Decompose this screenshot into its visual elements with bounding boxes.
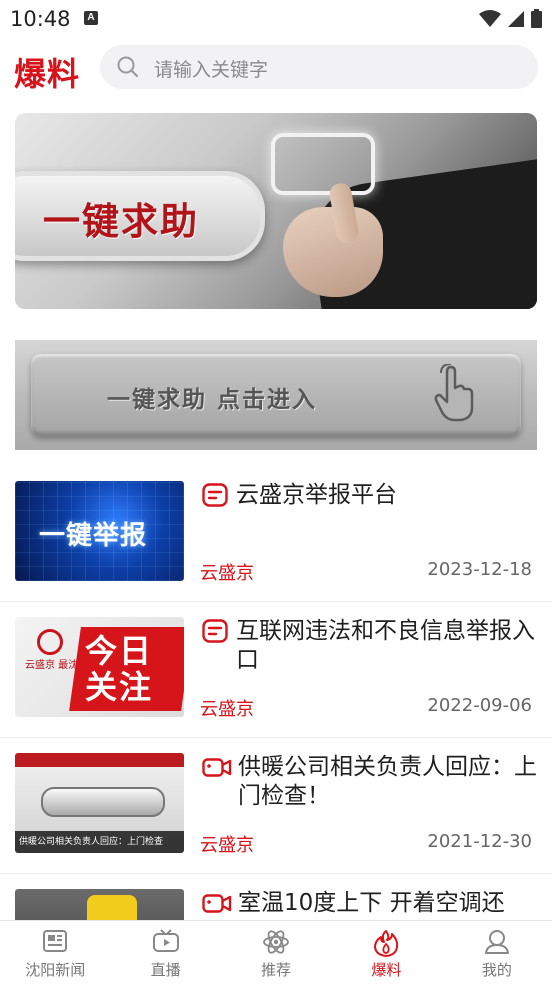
- news-thumbnail: 一键举报: [15, 481, 184, 581]
- newspaper-icon: [43, 930, 68, 952]
- banner-title: 一键求助: [43, 200, 199, 243]
- status-time: 10:48: [10, 7, 71, 31]
- wifi-icon: [479, 9, 501, 27]
- user-icon: [484, 930, 509, 954]
- system-icons: [479, 9, 542, 28]
- nav-label: 直播: [150, 961, 181, 979]
- bottom-nav: 沈阳新闻 直播 推荐 爆料 我的: [0, 920, 552, 984]
- flame-icon: [374, 930, 399, 957]
- article-icon: [202, 483, 228, 507]
- notification-badge-icon: A: [84, 11, 98, 25]
- news-date: 2022-09-06: [427, 695, 532, 716]
- nav-label: 沈阳新闻: [25, 961, 86, 979]
- search-icon: [117, 56, 139, 78]
- thumbnail-caption: 供暖公司相关负责人回应：上门检查: [15, 831, 184, 853]
- status-bar: 10:48 A: [0, 0, 552, 38]
- nav-item-recommend[interactable]: 推荐: [221, 921, 331, 984]
- nav-item-mine[interactable]: 我的: [442, 921, 552, 984]
- news-thumbnail: 供暖公司相关负责人回应：上门检查: [15, 753, 184, 853]
- search-placeholder: 请输入关键字: [154, 59, 269, 81]
- article-icon: [202, 619, 228, 643]
- nav-label: 推荐: [261, 961, 292, 979]
- nav-item-shenyang-news[interactable]: 沈阳新闻: [0, 921, 110, 984]
- news-title: 云盛京举报平台: [236, 482, 397, 508]
- news-date: 2023-12-18: [427, 559, 532, 580]
- thumbnail-text: 今日关注: [85, 632, 154, 706]
- help-entry-banner[interactable]: 一键求助 点击进入: [15, 340, 537, 450]
- battery-icon: [531, 9, 542, 28]
- tv-icon: [152, 929, 179, 952]
- list-item[interactable]: 一键举报 云盛京举报平台 云盛京 2023-12-18: [0, 481, 552, 601]
- atom-icon: [263, 930, 289, 954]
- banner-screen-button: [271, 133, 375, 195]
- news-source: 云盛京: [200, 699, 254, 720]
- divider: [0, 601, 552, 602]
- nav-label: 我的: [481, 961, 512, 979]
- news-title: 室温10度上下 开着空调还: [238, 890, 505, 916]
- news-source: 云盛京: [200, 563, 254, 584]
- list-item[interactable]: 供暖公司相关负责人回应：上门检查 供暖公司相关负责人回应：上门检查！ 云盛京 2…: [0, 753, 552, 873]
- video-icon: [202, 758, 232, 777]
- news-title: 互联网违法和不良信息举报入口: [236, 618, 535, 673]
- page-title: 爆料: [14, 55, 81, 93]
- help-entry-label: 一键求助 点击进入: [107, 387, 318, 413]
- signal-icon: [508, 10, 524, 27]
- news-source: 云盛京: [200, 835, 254, 856]
- nav-item-live[interactable]: 直播: [110, 921, 220, 984]
- news-title: 供暖公司相关负责人回应：上门检查！: [238, 754, 537, 809]
- nav-item-report[interactable]: 爆料: [331, 921, 441, 984]
- tap-hand-icon: [434, 364, 474, 422]
- news-thumbnail: 云盛京 最沈阳 今日关注: [15, 617, 184, 717]
- brand-logo-icon: [37, 629, 63, 655]
- list-item[interactable]: 云盛京 最沈阳 今日关注 互联网违法和不良信息举报入口 云盛京 2022-09-…: [0, 617, 552, 737]
- news-thumbnail: [15, 889, 184, 920]
- nav-label: 爆料: [371, 961, 402, 979]
- search-bar[interactable]: 请输入关键字: [100, 45, 538, 89]
- banner-hand: [283, 207, 383, 297]
- video-icon: [202, 894, 232, 913]
- divider: [0, 737, 552, 738]
- help-banner[interactable]: 一键求助: [15, 113, 537, 309]
- divider: [0, 873, 552, 874]
- thumbnail-text: 一键举报: [39, 521, 148, 551]
- news-date: 2021-12-30: [427, 831, 532, 852]
- list-item[interactable]: 室温10度上下 开着空调还: [0, 889, 552, 920]
